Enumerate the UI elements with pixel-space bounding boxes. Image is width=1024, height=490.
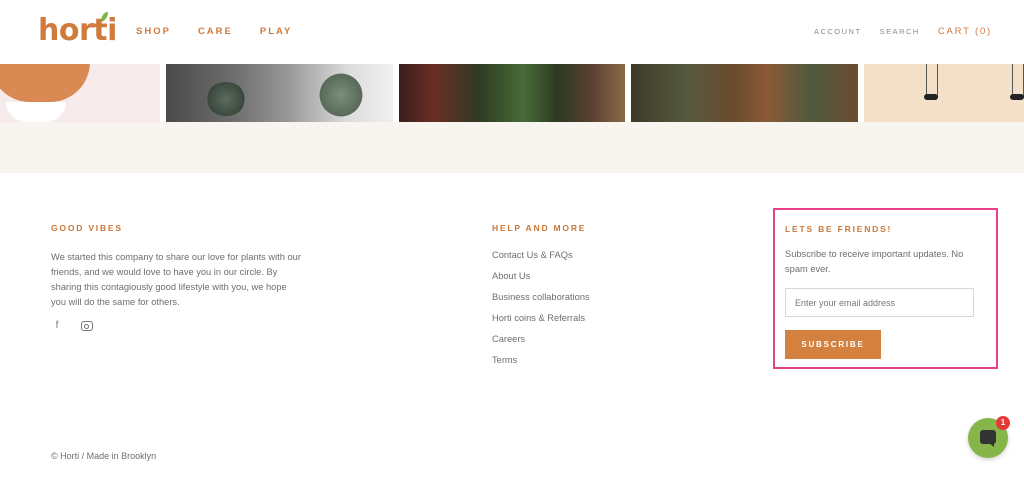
image-tile-garden[interactable] (631, 64, 858, 122)
site-header: horti SHOP CARE PLAY ACCOUNT SEARCH CART… (0, 0, 1024, 64)
plant-shape (206, 82, 246, 116)
help-link-careers[interactable]: Careers (492, 332, 692, 353)
image-tile-greenhouse[interactable] (399, 64, 625, 122)
instagram-image-strip (0, 64, 1024, 122)
social-links: f (51, 320, 93, 332)
help-title: HELP AND MORE (492, 223, 587, 233)
help-links-list: Contact Us & FAQs About Us Business coll… (492, 248, 692, 374)
facebook-icon[interactable]: f (51, 320, 63, 332)
illustration-leg (926, 64, 938, 98)
newsletter-title: LETS BE FRIENDS! (785, 224, 893, 234)
beige-divider-band (0, 122, 1024, 173)
nav-care[interactable]: CARE (198, 26, 233, 37)
leaf-icon (101, 12, 108, 22)
notification-badge: 1 (996, 416, 1010, 430)
help-link-coins[interactable]: Horti coins & Referrals (492, 311, 692, 332)
help-link-terms[interactable]: Terms (492, 353, 692, 374)
good-vibes-text: We started this company to share our lov… (51, 252, 301, 307)
illustration-leg (1012, 64, 1024, 98)
good-vibes-title: GOOD VIBES (51, 223, 123, 233)
search-link[interactable]: SEARCH (880, 27, 920, 36)
newsletter-section: LETS BE FRIENDS! Subscribe to receive im… (773, 208, 998, 369)
nav-shop[interactable]: SHOP (136, 26, 171, 37)
pot-shape (0, 64, 90, 102)
image-tile-pot[interactable] (0, 64, 160, 122)
help-link-business[interactable]: Business collaborations (492, 290, 692, 311)
email-field[interactable] (785, 288, 974, 317)
help-section: HELP AND MORE Contact Us & FAQs About Us… (492, 223, 692, 374)
newsletter-text: Subscribe to receive important updates. … (785, 249, 964, 274)
image-tile-patio[interactable] (166, 64, 393, 122)
illustration-shoe (924, 94, 938, 100)
utility-nav: ACCOUNT SEARCH CART (0) (814, 26, 992, 37)
instagram-icon[interactable] (81, 321, 93, 331)
help-link-contact[interactable]: Contact Us & FAQs (492, 248, 692, 269)
pot-base-shape (6, 102, 66, 122)
subscribe-button[interactable]: SUBSCRIBE (785, 330, 881, 359)
illustration-shoe (1010, 94, 1024, 100)
cart-link[interactable]: CART (0) (938, 26, 992, 37)
image-tile-illustration[interactable] (864, 64, 1024, 122)
plant-shape (316, 70, 366, 120)
copyright-text: © Horti / Made in Brooklyn (51, 451, 157, 461)
account-link[interactable]: ACCOUNT (814, 27, 862, 36)
main-nav: SHOP CARE PLAY (136, 26, 292, 37)
help-link-about[interactable]: About Us (492, 269, 692, 290)
nav-play[interactable]: PLAY (260, 26, 292, 37)
horti-logo[interactable]: horti (38, 12, 117, 48)
chat-bubble-icon (980, 430, 996, 447)
good-vibes-section: GOOD VIBES We started this company to sh… (51, 223, 301, 310)
